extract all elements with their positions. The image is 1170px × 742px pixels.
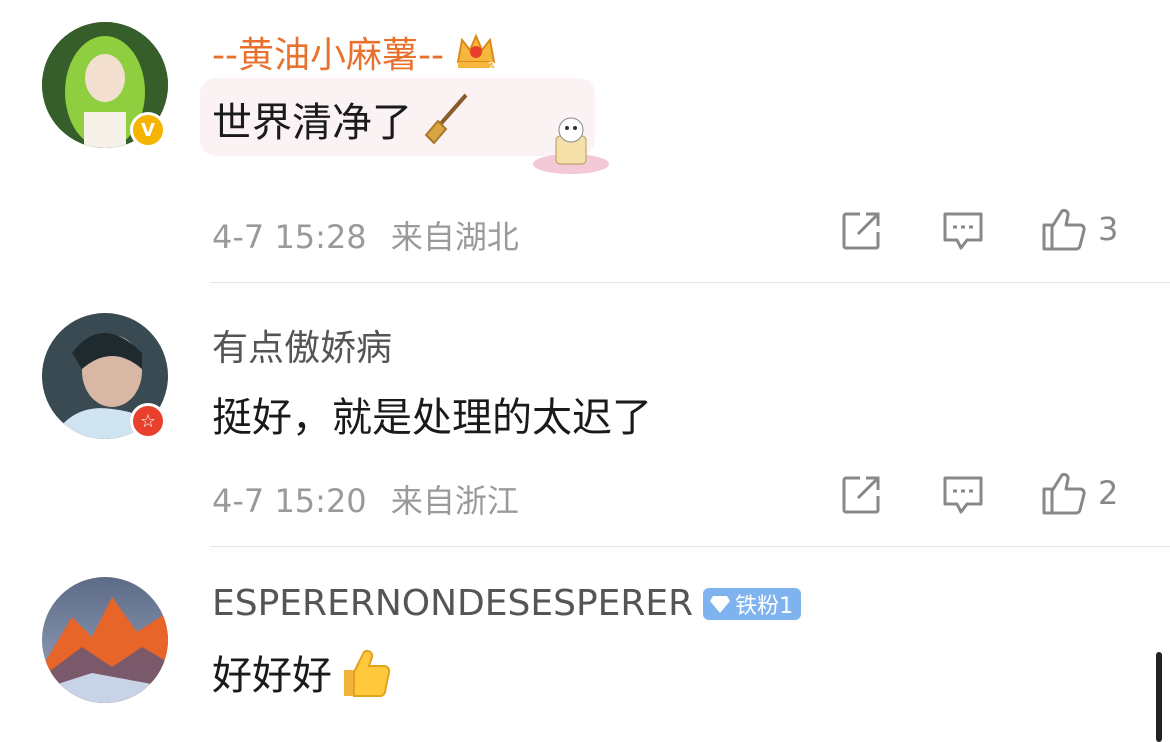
fan-badge-label: 铁粉1	[735, 593, 794, 619]
like-count: 2	[1098, 474, 1119, 512]
username-text[interactable]: --黄油小麻薯--	[212, 26, 444, 78]
username[interactable]: --黄油小麻薯-- 2	[212, 26, 498, 78]
comment-icon	[943, 476, 983, 514]
comment-item: V --黄油小麻薯-- 2 世界清净了 4-7 15:28 来自湖北 3	[0, 0, 1170, 282]
username-text[interactable]: ESPERERNONDESESPERER	[212, 583, 693, 624]
timestamp: 4-7 15:28	[212, 218, 367, 256]
comment-button[interactable]	[941, 474, 985, 516]
comment-text: 好好好	[212, 643, 394, 701]
timestamp: 4-7 15:20	[212, 482, 367, 520]
comment-meta: 4-7 15:28 来自湖北	[212, 212, 519, 258]
diamond-icon	[709, 594, 731, 614]
share-button[interactable]	[840, 210, 882, 252]
broom-icon	[418, 91, 474, 147]
comment-button[interactable]	[941, 210, 985, 252]
comment-text: 世界清净了	[212, 90, 474, 148]
comment-text: 挺好，就是处理的太迟了	[212, 385, 652, 443]
username-text[interactable]: 有点傲娇病	[212, 319, 392, 371]
share-icon	[842, 212, 880, 250]
comment-icon	[943, 212, 983, 250]
crown-icon: 2	[454, 32, 498, 72]
svg-text:2: 2	[488, 59, 495, 72]
share-button[interactable]	[840, 474, 882, 516]
like-count: 3	[1098, 210, 1119, 248]
thumbs-up-icon	[1042, 472, 1086, 515]
comment-text-value: 挺好，就是处理的太迟了	[212, 395, 652, 441]
user-badge: ☆	[130, 403, 166, 439]
comment-item: ☆ 有点傲娇病 挺好，就是处理的太迟了 4-7 15:20 来自浙江 2	[0, 283, 1170, 546]
share-icon	[842, 476, 880, 514]
scrollbar[interactable]	[1156, 652, 1162, 742]
username[interactable]: ESPERERNONDESESPERER 铁粉1	[212, 583, 802, 624]
location: 来自浙江	[390, 482, 519, 520]
location: 来自湖北	[390, 218, 519, 256]
comment-text-value: 世界清净了	[212, 100, 412, 146]
username[interactable]: 有点傲娇病	[212, 319, 392, 371]
bubble-decoration-icon	[526, 112, 612, 180]
like-button[interactable]: 3	[1040, 205, 1118, 253]
like-button[interactable]: 2	[1040, 469, 1118, 517]
fan-badge: 铁粉1	[703, 587, 802, 620]
comment-text-value: 好好好	[212, 653, 332, 699]
comment-meta: 4-7 15:20 来自浙江	[212, 476, 519, 522]
avatar[interactable]	[42, 577, 168, 703]
verified-badge: V	[130, 112, 166, 148]
thumbs-up-icon	[1042, 208, 1086, 251]
thumbs-up-emoji-icon	[338, 644, 394, 700]
comment-item: ESPERERNONDESESPERER 铁粉1 好好好	[0, 547, 1170, 740]
